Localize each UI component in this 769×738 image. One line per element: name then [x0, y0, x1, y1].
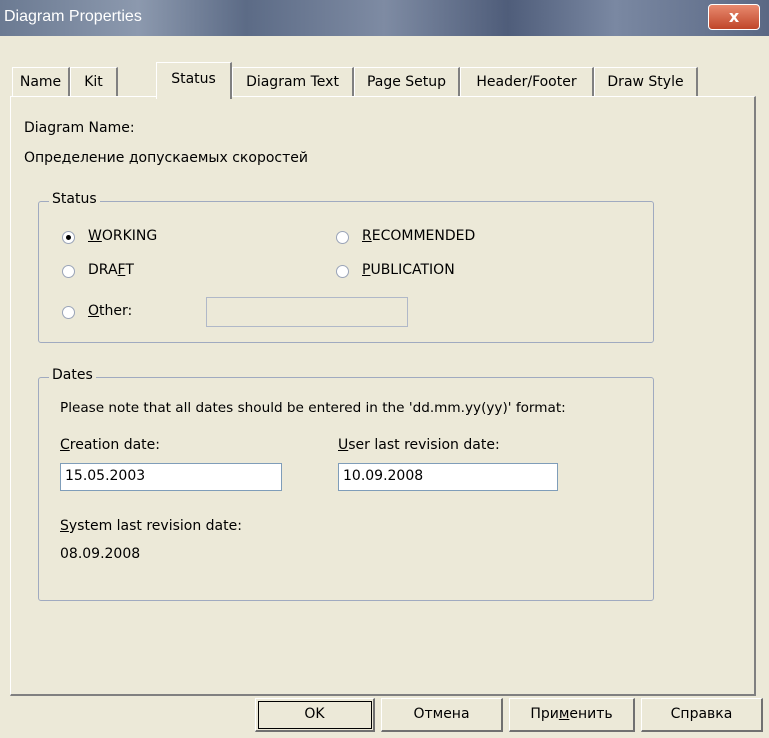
diagram-properties-dialog: Diagram Properties x Name Kit Status Dia…: [0, 0, 769, 738]
tab-label: Status: [171, 71, 216, 87]
tab-kit[interactable]: Kit: [70, 67, 118, 97]
publication-radio[interactable]: [336, 265, 349, 278]
tab-label: Draw Style: [607, 74, 684, 90]
tab-page-setup[interactable]: Page Setup: [354, 67, 460, 97]
tab-name[interactable]: Name: [12, 67, 70, 97]
diagram-name-label: Diagram Name:: [24, 120, 135, 136]
system-revision-date-value: 08.09.2008: [60, 546, 141, 562]
diagram-name-value: Определение допускаемых скоростей: [24, 150, 308, 166]
draft-radio[interactable]: [62, 265, 75, 278]
working-radio[interactable]: [62, 231, 75, 244]
tab-diagram-text[interactable]: Diagram Text: [232, 67, 354, 97]
window-title: Diagram Properties: [4, 8, 142, 25]
apply-button[interactable]: Применить: [509, 698, 635, 732]
date-format-note: Please note that all dates should be ent…: [60, 400, 566, 416]
tab-label: Page Setup: [366, 74, 447, 90]
dates-group-title: Dates: [49, 367, 96, 383]
recommended-radio[interactable]: [336, 231, 349, 244]
publication-label[interactable]: PUBLICATION: [362, 262, 455, 278]
draft-label[interactable]: DRAFT: [88, 262, 134, 278]
recommended-label[interactable]: RECOMMENDED: [362, 228, 475, 244]
close-button[interactable]: x: [708, 4, 760, 30]
title-bar[interactable]: Diagram Properties x: [0, 0, 769, 36]
tab-label: Name: [19, 74, 62, 90]
creation-date-label: Creation date:: [60, 437, 160, 453]
tab-label: Header/Footer: [476, 74, 577, 90]
status-group-title: Status: [49, 191, 100, 207]
radio-selected-dot: [66, 235, 71, 240]
system-revision-date-label: System last revision date:: [60, 518, 242, 534]
tab-label: Kit: [84, 74, 103, 90]
other-radio[interactable]: [62, 306, 75, 319]
help-button[interactable]: Справка: [641, 698, 763, 732]
tab-draw-style[interactable]: Draw Style: [594, 67, 698, 97]
other-label[interactable]: Other:: [88, 303, 132, 319]
tab-header-footer[interactable]: Header/Footer: [460, 67, 594, 97]
creation-date-input[interactable]: 15.05.2003: [60, 463, 282, 491]
working-label[interactable]: WORKING: [88, 228, 157, 244]
user-revision-date-input[interactable]: 10.09.2008: [338, 463, 558, 491]
cancel-button[interactable]: Отмена: [381, 698, 503, 732]
ok-button[interactable]: OK: [255, 698, 375, 732]
tab-status[interactable]: Status: [156, 62, 232, 99]
other-status-input[interactable]: [206, 297, 408, 327]
tab-label: Diagram Text: [246, 74, 339, 90]
close-icon: x: [728, 7, 740, 26]
user-revision-date-label: User last revision date:: [338, 437, 500, 453]
